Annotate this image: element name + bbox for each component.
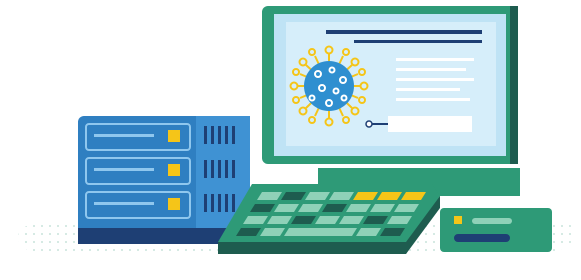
server-led-1 xyxy=(168,130,180,142)
screen-input-box xyxy=(388,116,472,132)
illustration-scene xyxy=(0,0,581,280)
keyboard xyxy=(218,184,440,254)
server-led-2 xyxy=(168,164,180,176)
tower-slot xyxy=(454,234,510,242)
computer-virus-illustration xyxy=(18,6,575,256)
server-rack xyxy=(78,116,250,244)
server-led-3 xyxy=(168,198,180,210)
server-drive-bays xyxy=(85,123,191,219)
virus-icon xyxy=(289,45,369,127)
tower-led xyxy=(454,216,462,224)
screen-text-line xyxy=(326,30,482,34)
